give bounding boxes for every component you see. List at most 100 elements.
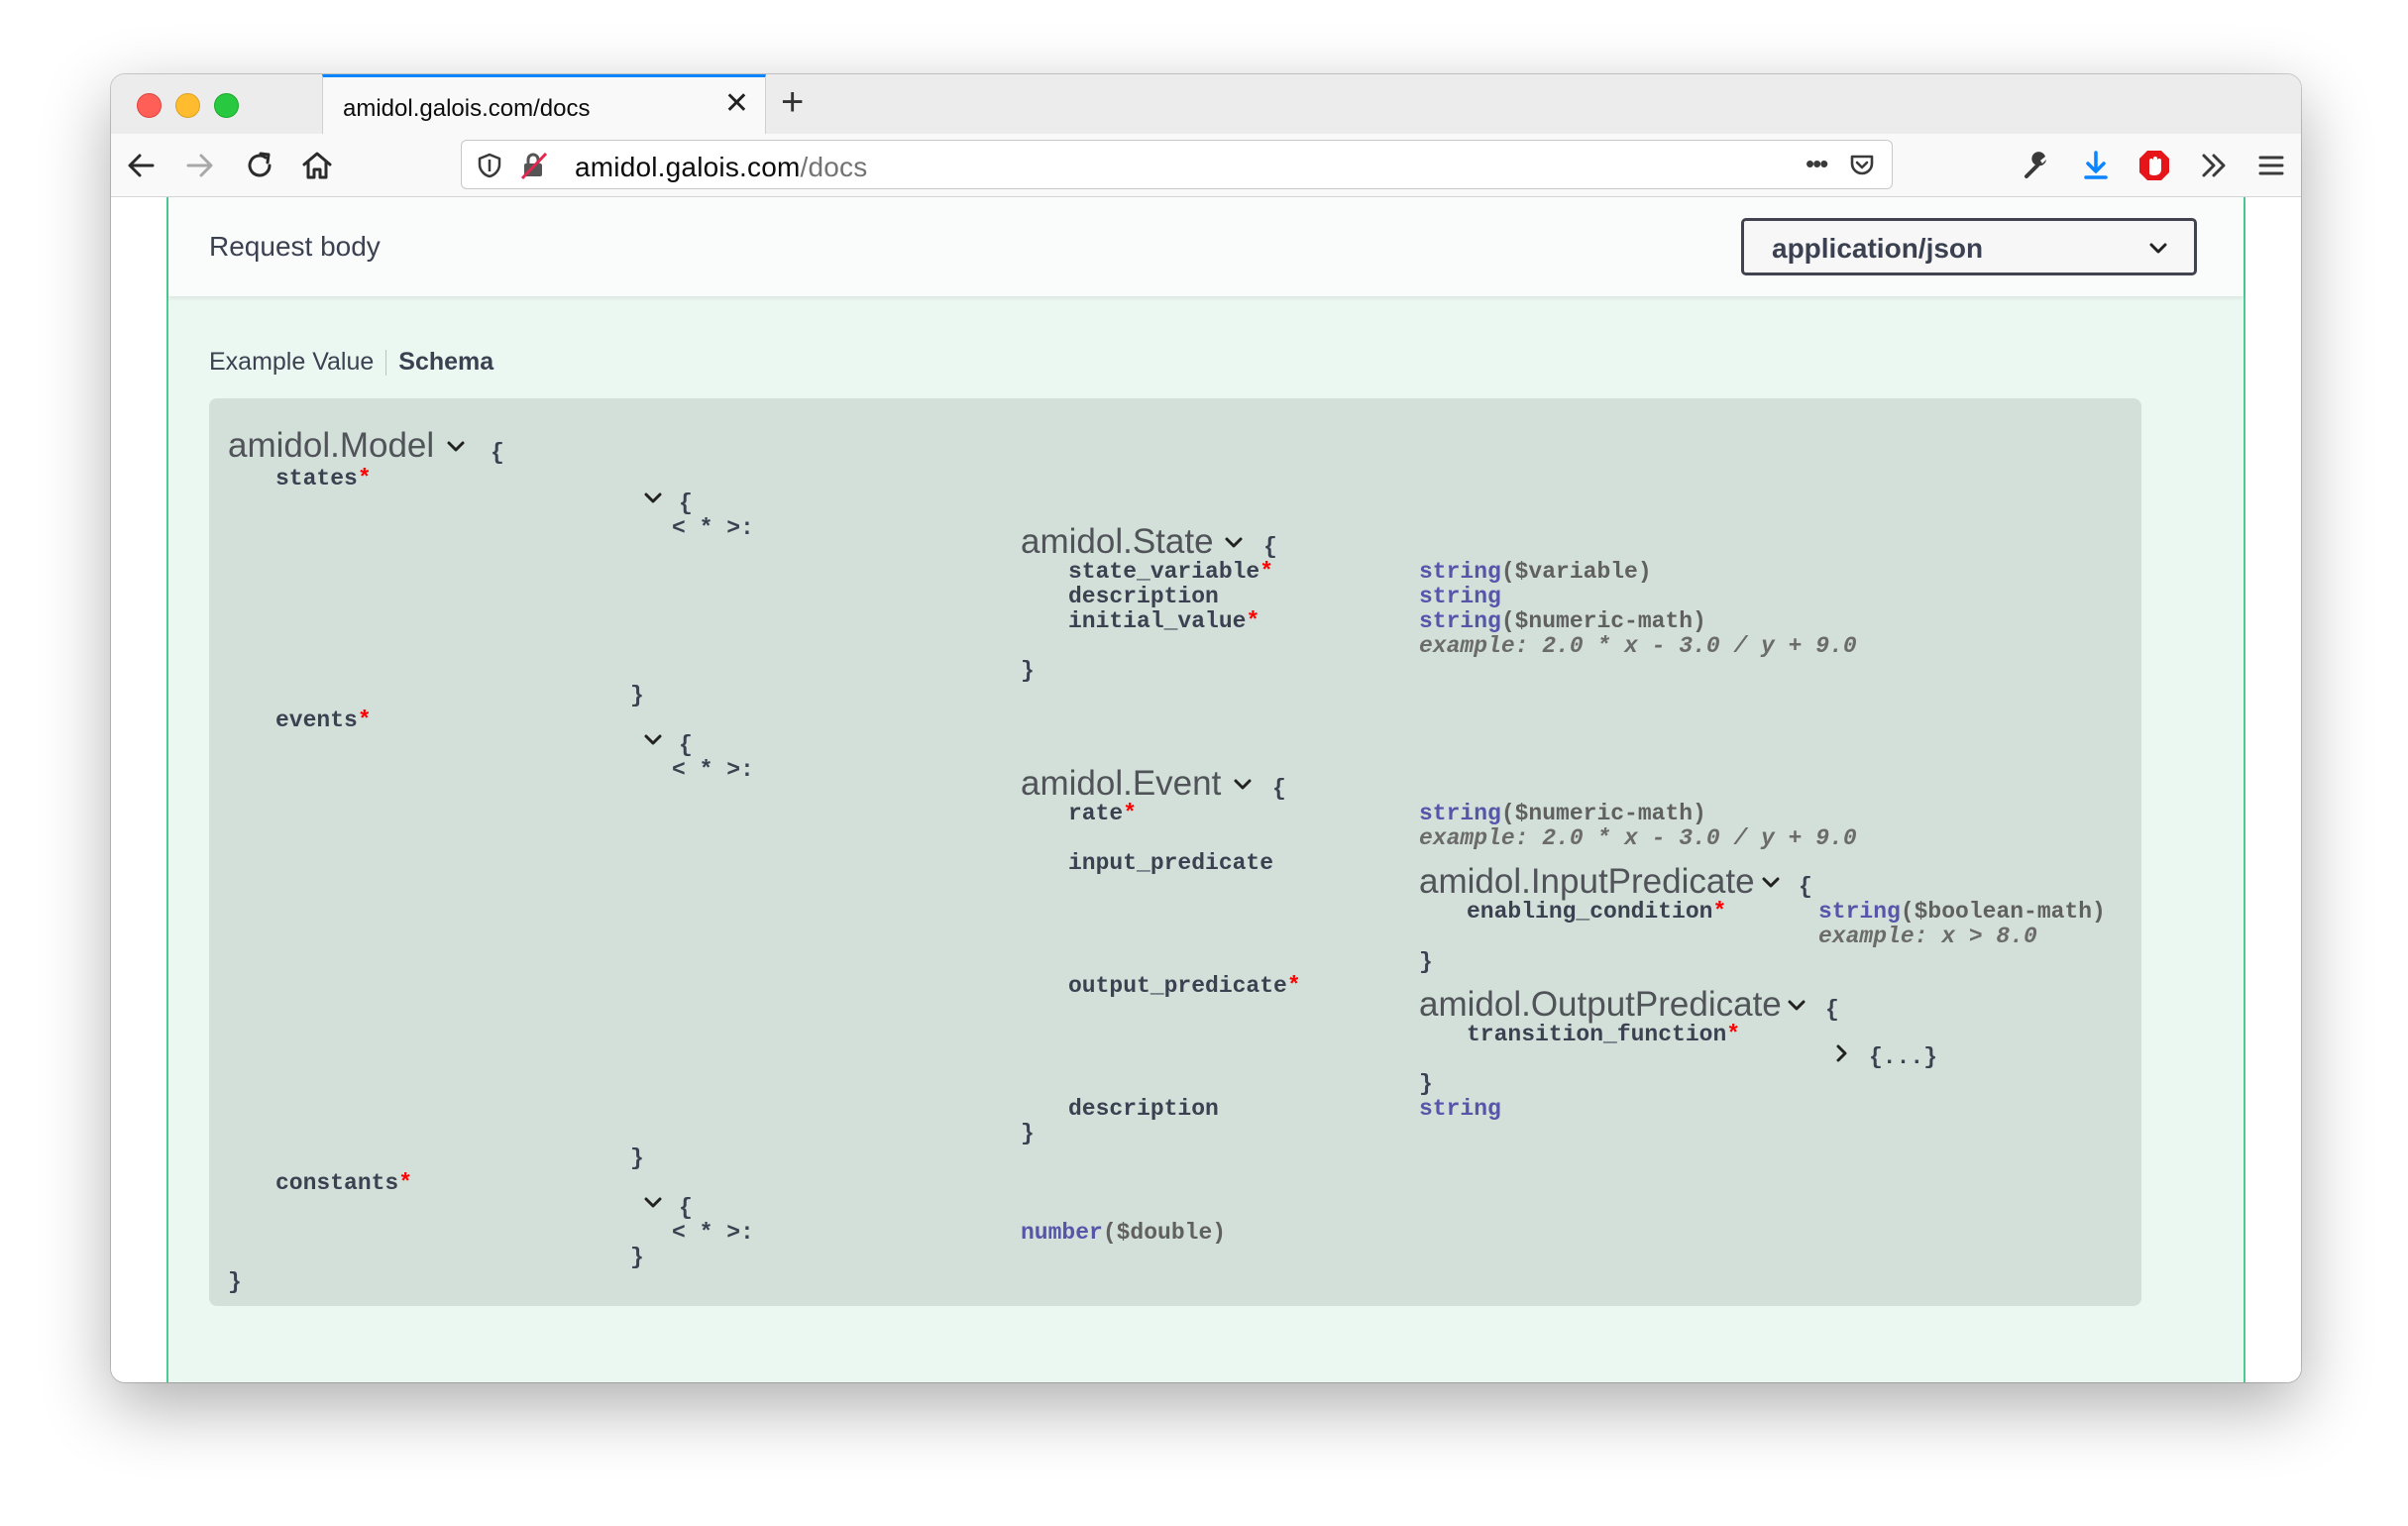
required-mark: *	[1246, 608, 1260, 634]
browser-tab-docs[interactable]: amidol.galois.com/docs ✕	[322, 74, 766, 134]
property-name: enabling_condition	[1467, 899, 1713, 925]
close-brace: }	[630, 683, 644, 708]
close-window-button[interactable]	[137, 93, 162, 118]
property-name: rate	[1068, 801, 1124, 826]
map-key: < * >:	[672, 1220, 754, 1246]
type-name: string	[1419, 559, 1501, 585]
navigation-bar: amidol.galois.com/docs •••	[111, 134, 2301, 197]
example-value: example: 2.0 * x - 3.0 / y + 9.0	[1419, 633, 1857, 659]
property-name: constants	[275, 1170, 399, 1196]
property-name: initial_value	[1068, 608, 1247, 634]
open-brace: {	[679, 490, 693, 516]
insecure-lock-icon[interactable]	[519, 151, 549, 180]
property-enabling-condition: enabling_condition*	[1467, 899, 1726, 925]
shield-icon[interactable]	[476, 152, 503, 179]
close-brace: }	[1419, 1071, 1433, 1097]
chevron-down-icon[interactable]	[1223, 532, 1245, 554]
open-brace: {	[1825, 997, 1839, 1023]
content-type-value: application/json	[1772, 233, 1984, 264]
tab-close-icon[interactable]: ✕	[724, 89, 749, 119]
tab-example-value[interactable]: Example Value	[209, 348, 374, 376]
tab-separator	[385, 350, 387, 377]
request-body-title: Request body	[209, 231, 381, 262]
close-brace: }	[630, 1145, 644, 1171]
close-brace: }	[1021, 658, 1035, 684]
tab-strip: amidol.galois.com/docs ✕ +	[111, 74, 2301, 134]
overflow-menu-icon[interactable]	[2196, 148, 2232, 183]
chevron-down-icon[interactable]	[1232, 774, 1254, 796]
required-mark: *	[1259, 559, 1274, 585]
property-name: states	[275, 466, 358, 491]
chevron-down-icon[interactable]	[445, 436, 467, 458]
property-type: string($numeric-math)	[1419, 801, 1706, 826]
open-brace: {	[1263, 534, 1277, 560]
open-brace: {	[1799, 874, 1812, 900]
operation-section: Request body application/json Example Va…	[166, 197, 2245, 1382]
property-type: string($variable)	[1419, 559, 1652, 585]
collapsed-object[interactable]: {...}	[1869, 1044, 1937, 1070]
model-title[interactable]: amidol.Model	[228, 426, 434, 466]
required-mark: *	[398, 1170, 413, 1196]
type-format: ($boolean-math)	[1900, 899, 2106, 925]
chevron-down-icon[interactable]	[642, 1192, 664, 1214]
required-mark: *	[1726, 1022, 1741, 1047]
required-mark: *	[357, 466, 372, 491]
chevron-down-icon[interactable]	[642, 488, 664, 509]
chevron-right-icon[interactable]	[1831, 1042, 1853, 1064]
property-type: string($boolean-math)	[1818, 899, 2106, 925]
maximize-window-button[interactable]	[214, 93, 239, 118]
type-name: number	[1021, 1220, 1103, 1246]
new-tab-button[interactable]: +	[781, 80, 804, 124]
tab-title: amidol.galois.com/docs	[343, 95, 591, 122]
pocket-icon[interactable]	[1847, 151, 1877, 180]
type-name: string	[1818, 899, 1901, 925]
chevron-down-icon[interactable]	[1760, 872, 1782, 894]
example-value: example: x > 8.0	[1818, 924, 2037, 949]
reload-icon[interactable]	[242, 148, 277, 183]
property-name: events	[275, 708, 358, 733]
content-type-select[interactable]: application/json	[1741, 218, 2197, 275]
state-title[interactable]: amidol.State	[1021, 522, 1214, 562]
adblock-icon[interactable]	[2136, 148, 2172, 183]
url-host: amidol.galois.com	[575, 152, 801, 182]
download-icon[interactable]	[2078, 148, 2114, 183]
type-name: string	[1419, 1096, 1501, 1122]
property-type: number($double)	[1021, 1220, 1226, 1246]
event-title[interactable]: amidol.Event	[1021, 764, 1221, 804]
open-brace: {	[491, 440, 504, 466]
property-description: description	[1068, 1096, 1219, 1122]
property-input-predicate: input_predicate	[1068, 850, 1274, 876]
example-schema-tabs: Example Value Schema	[209, 348, 493, 377]
url-text[interactable]: amidol.galois.com/docs	[575, 152, 867, 183]
close-brace: }	[630, 1245, 644, 1270]
schema-model-box: amidol.Model { states* { < * >: amidol.S…	[209, 398, 2141, 1306]
hamburger-menu-icon[interactable]	[2253, 148, 2289, 183]
address-bar[interactable]: amidol.galois.com/docs •••	[461, 140, 1893, 189]
property-name: output_predicate	[1068, 973, 1287, 999]
wrench-icon[interactable]	[2019, 148, 2054, 183]
property-name: transition_function	[1467, 1022, 1727, 1047]
required-mark: *	[1286, 973, 1301, 999]
back-arrow-icon[interactable]	[123, 148, 159, 183]
property-state-variable: state_variable*	[1068, 559, 1273, 585]
page-actions-more-icon[interactable]: •••	[1806, 149, 1828, 179]
forward-arrow-icon[interactable]	[182, 148, 218, 183]
page-content: Request body application/json Example Va…	[111, 197, 2301, 1382]
input-predicate-title[interactable]: amidol.InputPredicate	[1419, 862, 1755, 902]
url-path: /docs	[800, 152, 868, 182]
required-mark: *	[1712, 899, 1727, 925]
chevron-down-icon[interactable]	[642, 729, 664, 751]
minimize-window-button[interactable]	[175, 93, 200, 118]
request-body-header: Request body application/json	[168, 197, 2244, 296]
property-name: state_variable	[1068, 559, 1260, 585]
close-brace: }	[228, 1269, 242, 1295]
chevron-down-icon[interactable]	[1786, 995, 1807, 1017]
property-constants: constants*	[275, 1170, 412, 1196]
tab-schema[interactable]: Schema	[398, 348, 493, 376]
type-format: ($double)	[1102, 1220, 1227, 1246]
open-brace: {	[1272, 776, 1286, 802]
home-icon[interactable]	[299, 148, 335, 183]
property-type: string($numeric-math)	[1419, 608, 1706, 634]
output-predicate-title[interactable]: amidol.OutputPredicate	[1419, 985, 1782, 1025]
type-format: ($numeric-math)	[1500, 801, 1706, 826]
